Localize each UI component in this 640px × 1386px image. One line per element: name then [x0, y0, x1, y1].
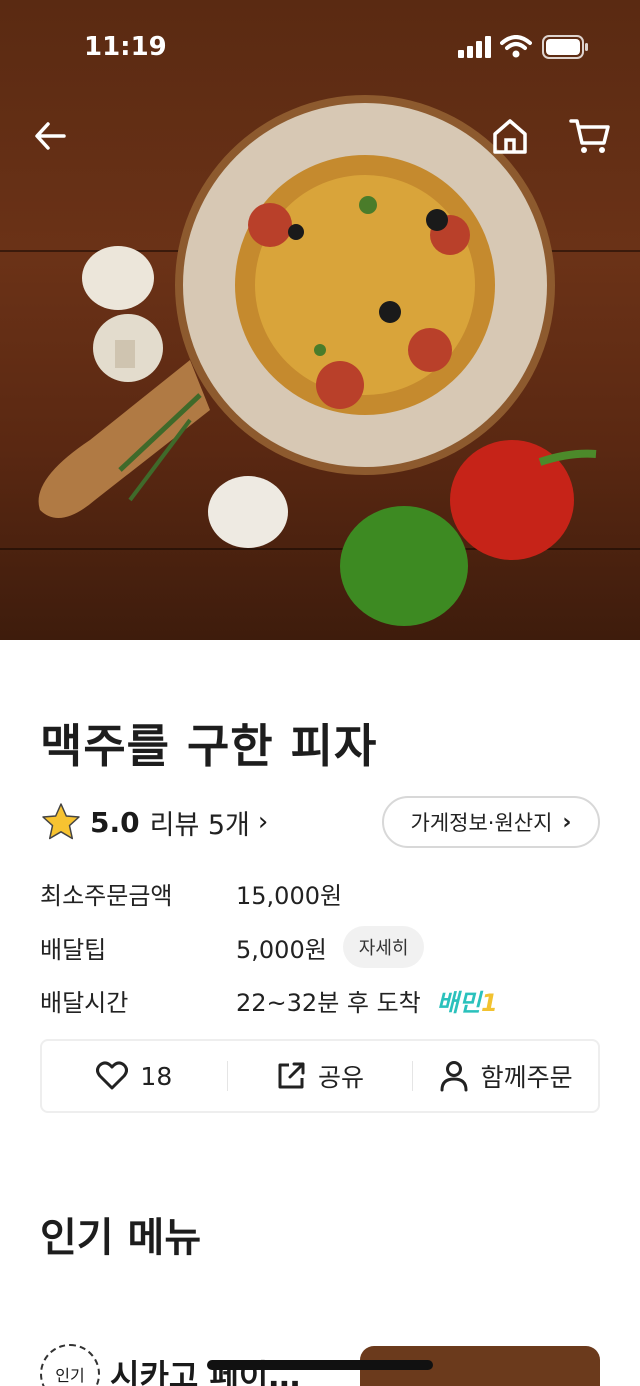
chevron-right-icon: › [562, 809, 572, 835]
min-order-row: 최소주문금액 15,000원 [40, 873, 342, 913]
delivery-time-row: 배달시간 22~32분 후 도착 배민1 [40, 980, 498, 1020]
store-info-label: 가게정보·원산지 [410, 811, 553, 835]
delivery-tip-detail-button[interactable]: 자세히 [342, 926, 425, 968]
delivery-time-label: 배달시간 [40, 988, 129, 1017]
store-hero-image: 11:19 [0, 0, 640, 640]
delivery-tip-label: 배달팁 [40, 935, 107, 964]
cellular-signal-icon [458, 36, 491, 58]
chevron-right-icon: › [257, 807, 269, 837]
cart-button[interactable] [566, 112, 614, 160]
baemin-one-badge: 배민1 [437, 983, 498, 1018]
home-icon [493, 119, 527, 154]
star-icon [42, 803, 80, 840]
delivery-tip-row: 배달팁 5,000원 자세히 [40, 926, 425, 968]
min-order-value: 15,000원 [236, 881, 343, 910]
home-indicator[interactable] [207, 1360, 433, 1370]
share-icon [278, 1062, 305, 1089]
battery-icon [542, 35, 588, 59]
pizza-illustration [38, 95, 597, 626]
status-time: 11:19 [84, 32, 167, 62]
share-button[interactable]: 공유 [228, 1041, 413, 1111]
person-icon [440, 1061, 468, 1092]
delivery-time-value: 22~32분 후 도착 [236, 988, 421, 1017]
heart-icon [96, 1061, 129, 1090]
popular-badge-label: 인기 [55, 1366, 85, 1385]
home-button[interactable] [486, 112, 534, 160]
delivery-tip-value: 5,000원 [236, 935, 327, 964]
group-order-button[interactable]: 함께주문 [413, 1041, 598, 1111]
share-label: 공유 [318, 1063, 365, 1092]
rating-score: 5.0 [90, 805, 140, 839]
review-count-link[interactable]: 리뷰 5개 [150, 803, 250, 842]
like-count: 18 [140, 1061, 173, 1091]
rating-row[interactable]: 5.0 리뷰 5개 › [40, 798, 268, 846]
wifi-icon [500, 35, 532, 58]
baemin-badge-number: 1 [480, 988, 498, 1017]
action-bar: 18 공유 함께주문 [40, 1039, 600, 1113]
like-button[interactable]: 18 [42, 1041, 227, 1111]
back-button[interactable] [26, 112, 74, 160]
back-arrow-icon [35, 122, 66, 150]
group-order-label: 함께주문 [480, 1063, 573, 1092]
status-bar: 11:19 [0, 0, 640, 90]
cart-icon [569, 119, 610, 153]
min-order-label: 최소주문금액 [40, 881, 173, 910]
store-info-button[interactable]: 가게정보·원산지 › [382, 796, 600, 848]
store-name: 맥주를 구한 피자 [40, 719, 378, 773]
baemin-badge-text: 배민 [436, 988, 481, 1017]
popular-menu-title: 인기 메뉴 [40, 1215, 202, 1261]
popular-badge: 인기 [40, 1344, 100, 1386]
